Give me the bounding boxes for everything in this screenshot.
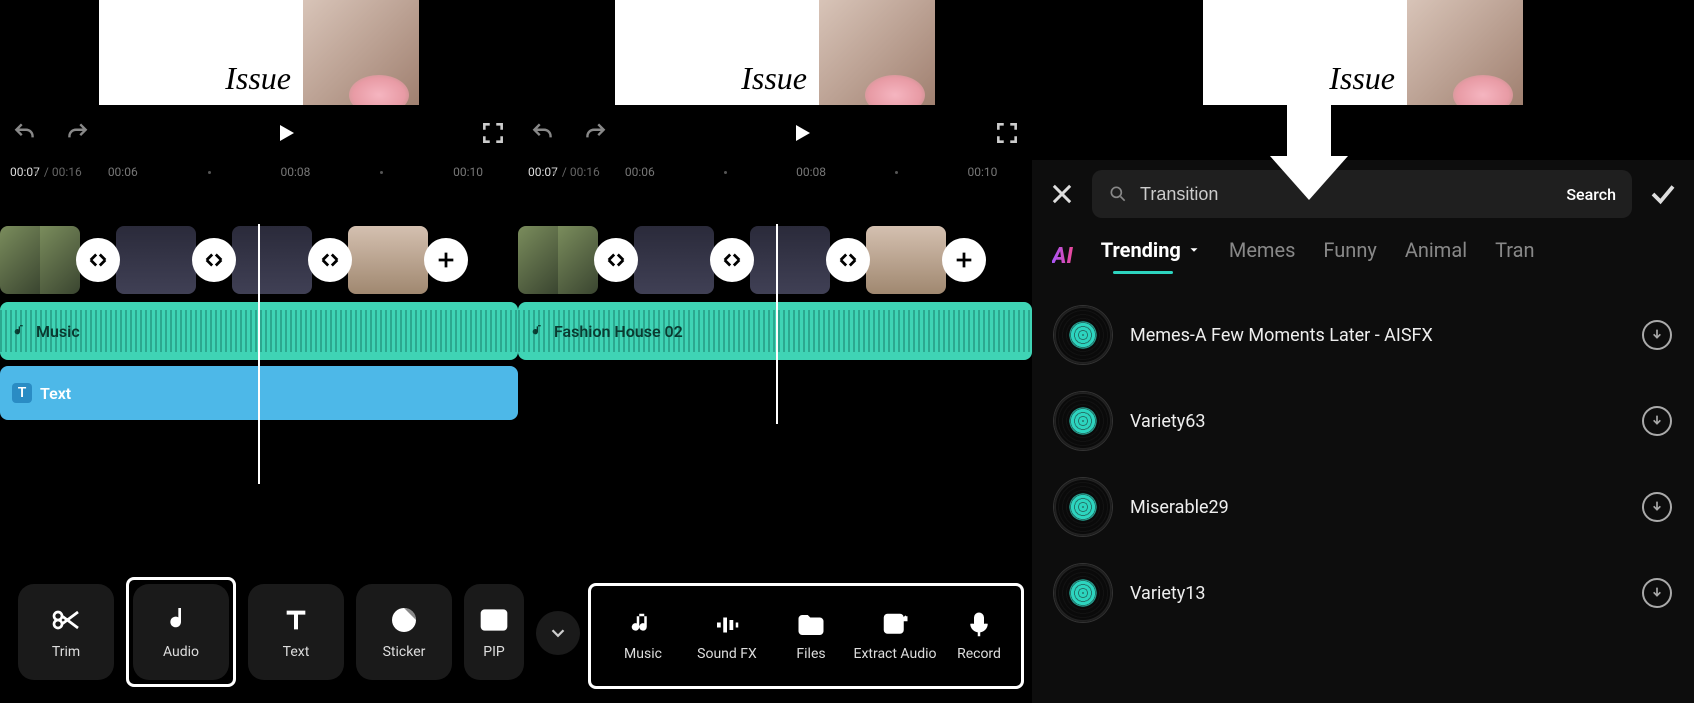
preview-text: Issue: [225, 60, 291, 97]
timeline[interactable]: Fashion House 02: [518, 224, 1032, 424]
annotation-arrow-icon: [1270, 104, 1348, 200]
audio-track-label: Fashion House 02: [554, 322, 683, 341]
timeline[interactable]: Music T Text: [0, 224, 518, 484]
undo-button[interactable]: [10, 118, 40, 148]
transition-button[interactable]: [76, 238, 120, 282]
sticker-button[interactable]: Sticker: [356, 584, 452, 680]
track-row[interactable]: Memes-A Few Moments Later - AISFX: [1048, 292, 1678, 378]
track-row[interactable]: Miserable29: [1048, 464, 1678, 550]
track-row[interactable]: Variety63: [1048, 378, 1678, 464]
music-library-screen: Issue Search AI Trending Me: [1032, 0, 1694, 703]
main-toolbar: Trim Audio Text Sticker PIP: [0, 577, 518, 687]
download-button[interactable]: [1642, 320, 1672, 350]
video-clip[interactable]: [518, 226, 598, 294]
highlight-audio: Audio: [126, 577, 236, 687]
pip-button[interactable]: PIP: [464, 584, 524, 680]
video-clip[interactable]: [348, 226, 428, 294]
preview-frame[interactable]: Issue: [1203, 0, 1523, 105]
transition-button[interactable]: [710, 238, 754, 282]
track-list: Memes-A Few Moments Later - AISFX Variet…: [1032, 284, 1694, 644]
audio-button[interactable]: Audio: [133, 584, 229, 680]
add-clip-button[interactable]: [942, 238, 986, 282]
video-clip[interactable]: [0, 226, 80, 294]
preview-area: Issue: [0, 0, 518, 105]
search-icon: [1108, 184, 1128, 204]
playback-controls: [0, 105, 518, 160]
ai-badge[interactable]: AI: [1052, 244, 1073, 269]
disc-icon: [1054, 478, 1112, 536]
download-button[interactable]: [1642, 578, 1672, 608]
play-button[interactable]: [270, 118, 300, 148]
trim-button[interactable]: Trim: [18, 584, 114, 680]
preview-frame[interactable]: Issue: [99, 0, 419, 105]
tab-memes[interactable]: Memes: [1229, 238, 1296, 274]
fullscreen-button[interactable]: [992, 118, 1022, 148]
video-clip[interactable]: [116, 226, 196, 294]
disc-icon: [1054, 564, 1112, 622]
transition-button[interactable]: [192, 238, 236, 282]
transition-button[interactable]: [594, 238, 638, 282]
tab-animal[interactable]: Animal: [1405, 238, 1467, 274]
add-clip-button[interactable]: [424, 238, 468, 282]
audio-track-label: Music: [36, 322, 80, 341]
editor-screen-audio-menu: Issue 00:07 / 00:16 00:06 00:08 00:10: [518, 0, 1032, 703]
tab-trending[interactable]: Trending: [1101, 238, 1201, 274]
category-tabs: AI Trending Memes Funny Animal Tran: [1032, 228, 1694, 284]
transition-button[interactable]: [826, 238, 870, 282]
redo-button[interactable]: [580, 118, 610, 148]
editor-screen-main: Issue 00:07 / 00:16 00:06 00:08 00:10: [0, 0, 518, 703]
video-clip[interactable]: [232, 226, 312, 294]
soundfx-button[interactable]: Sound FX: [685, 594, 769, 678]
highlight-audio-submenu: Music Sound FX Files Extract Audio Recor…: [588, 583, 1024, 689]
fullscreen-button[interactable]: [478, 118, 508, 148]
tab-funny[interactable]: Funny: [1323, 238, 1376, 274]
play-button[interactable]: [786, 118, 816, 148]
transition-button[interactable]: [308, 238, 352, 282]
text-track-label: Text: [40, 384, 71, 403]
search-button[interactable]: Search: [1566, 185, 1616, 204]
music-button[interactable]: Music: [601, 594, 685, 678]
disc-icon: [1054, 392, 1112, 450]
download-button[interactable]: [1642, 492, 1672, 522]
confirm-button[interactable]: [1648, 179, 1678, 209]
disc-icon: [1054, 306, 1112, 364]
redo-button[interactable]: [62, 118, 92, 148]
undo-button[interactable]: [528, 118, 558, 148]
preview-area: Issue: [518, 0, 1032, 105]
extract-audio-button[interactable]: Extract Audio: [853, 594, 937, 678]
preview-area: Issue: [1032, 0, 1694, 105]
text-button[interactable]: Text: [248, 584, 344, 680]
video-clip[interactable]: [750, 226, 830, 294]
playhead[interactable]: [258, 224, 260, 484]
video-clip[interactable]: [866, 226, 946, 294]
files-button[interactable]: Files: [769, 594, 853, 678]
text-icon: T: [12, 383, 32, 403]
record-button[interactable]: Record: [937, 594, 1021, 678]
preview-frame[interactable]: Issue: [615, 0, 935, 105]
audio-track[interactable]: Fashion House 02: [518, 302, 1032, 360]
timeline-ruler[interactable]: 00:07 / 00:16 00:06 00:08 00:10: [518, 160, 1032, 184]
tab-more[interactable]: Tran: [1495, 238, 1535, 274]
download-button[interactable]: [1642, 406, 1672, 436]
playhead[interactable]: [776, 224, 778, 424]
track-row[interactable]: Variety13: [1048, 550, 1678, 636]
timeline-ruler[interactable]: 00:07 / 00:16 00:06 00:08 00:10: [0, 160, 518, 184]
collapse-button[interactable]: [536, 611, 580, 655]
music-panel: Search AI Trending Memes Funny Animal Tr…: [1032, 160, 1694, 703]
chevron-down-icon: [1187, 243, 1201, 257]
search-box[interactable]: Search: [1092, 170, 1632, 218]
video-clip[interactable]: [634, 226, 714, 294]
close-button[interactable]: [1048, 180, 1076, 208]
